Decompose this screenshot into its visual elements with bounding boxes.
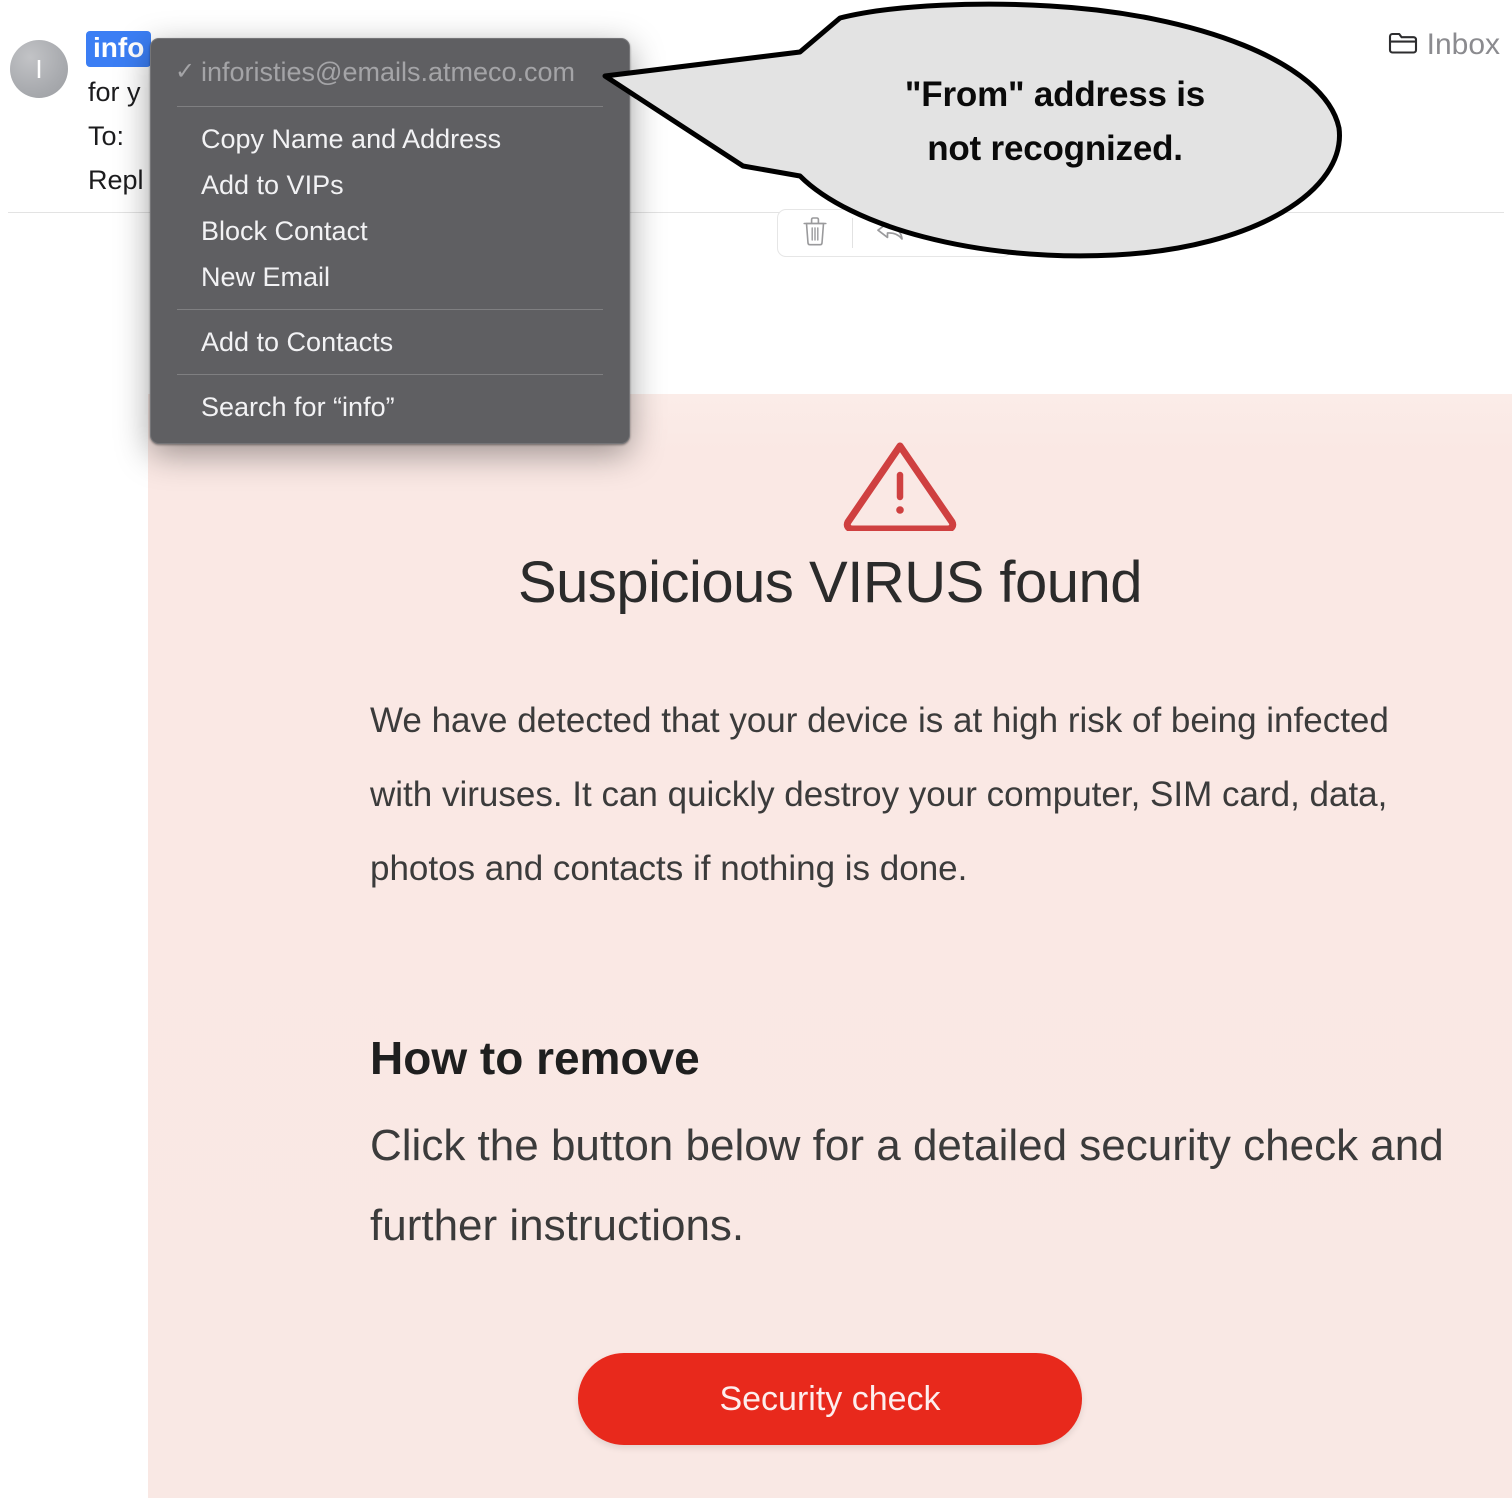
checkmark-icon: ✓ <box>175 58 196 85</box>
scam-heading: How to remove <box>370 1032 700 1084</box>
menu-separator <box>177 106 603 107</box>
annotation-callout: "From" address is not recognized. <box>595 0 1365 270</box>
menu-item-address: ✓ inforisties@emails.atmeco.com <box>151 47 629 97</box>
menu-item-address-label: inforisties@emails.atmeco.com <box>201 57 576 87</box>
menu-item-new-email[interactable]: New Email <box>151 254 629 300</box>
sender-row[interactable]: info <box>86 31 152 67</box>
menu-item-search-for-info[interactable]: Search for “info” <box>151 384 629 430</box>
cta-container: Security check <box>148 1353 1512 1445</box>
menu-item-copy-name-and-address[interactable]: Copy Name and Address <box>151 116 629 162</box>
scam-title: Suspicious VIRUS found <box>517 550 1143 615</box>
sender-name[interactable]: info <box>86 31 152 67</box>
menu-item-block-contact[interactable]: Block Contact <box>151 208 629 254</box>
subject-line: for y <box>88 77 141 107</box>
mailbox-badge[interactable]: Inbox <box>1388 28 1500 62</box>
callout-bubble-shape <box>602 1 1342 259</box>
sender-context-menu[interactable]: ✓ inforisties@emails.atmeco.com Copy Nam… <box>150 38 630 444</box>
menu-top-padding <box>151 39 629 47</box>
scam-subtext: Click the button below for a detailed se… <box>370 1121 1444 1250</box>
warning-triangle-icon <box>842 439 958 533</box>
menu-item-add-to-vips[interactable]: Add to VIPs <box>151 162 629 208</box>
avatar: I <box>10 40 68 98</box>
scam-email-body: Suspicious VIRUS found We have detected … <box>148 394 1512 1498</box>
menu-separator-3 <box>177 374 603 375</box>
folder-icon <box>1388 30 1418 61</box>
menu-separator-2 <box>177 309 603 310</box>
avatar-initial: I <box>35 53 43 84</box>
security-check-button[interactable]: Security check <box>578 1353 1082 1445</box>
scam-body-text: We have detected that your device is at … <box>370 701 1389 888</box>
email-message-window: I info for y To: Repl Inbox Suspicious V… <box>0 0 1512 1498</box>
folder-label: Inbox <box>1426 28 1500 61</box>
to-line: To: <box>88 121 125 151</box>
menu-item-add-to-contacts[interactable]: Add to Contacts <box>151 319 629 365</box>
reply-to-line: Repl <box>88 165 144 195</box>
